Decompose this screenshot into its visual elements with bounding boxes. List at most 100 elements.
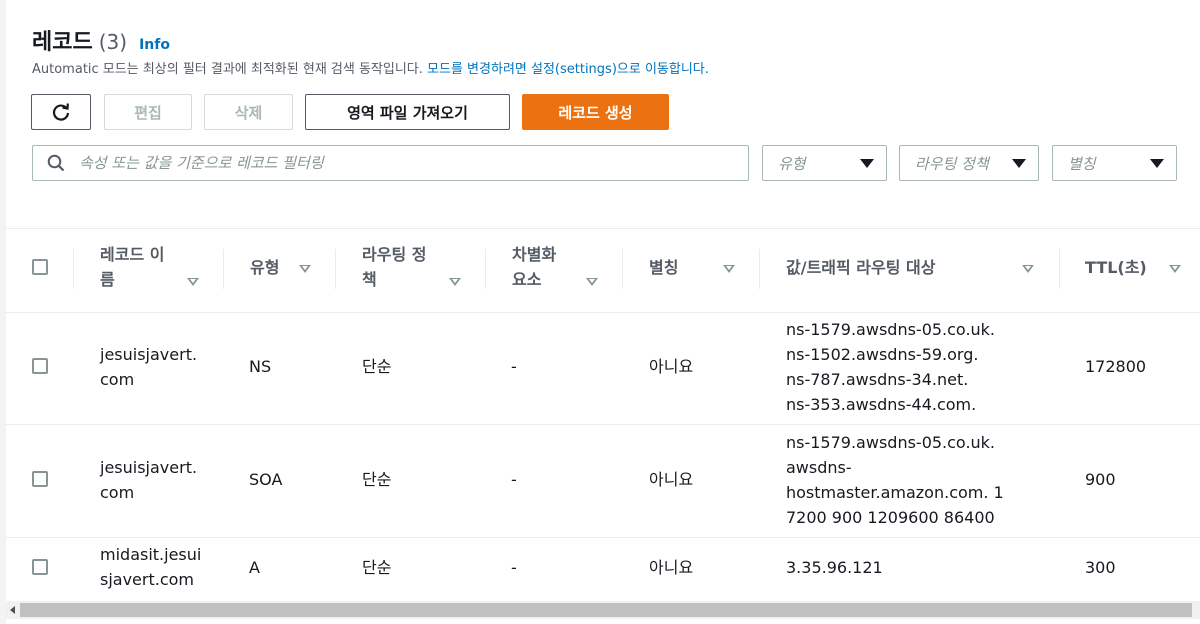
value-line: 7200 900 1209600 86400	[786, 508, 995, 527]
select-all-checkbox[interactable]	[32, 259, 48, 275]
search-input[interactable]	[77, 153, 748, 173]
scroll-left-icon[interactable]	[10, 606, 15, 614]
caret-down-icon	[1150, 158, 1164, 168]
column-divider	[335, 249, 336, 289]
routing-policy-cell: 단순	[362, 357, 392, 376]
col-header-routing-line2: 책	[362, 270, 377, 289]
record-name-line2: sjavert.com	[100, 570, 195, 589]
sort-icon[interactable]	[1022, 265, 1034, 273]
col-header-type[interactable]: 유형	[250, 255, 279, 280]
table-row[interactable]: jesuisjavert. com NS 단순 - 아니요 ns-1579.aw…	[6, 312, 1200, 425]
sort-icon[interactable]	[299, 265, 311, 273]
record-name-line1: jesuisjavert.	[100, 345, 198, 364]
value-line: ns-787.awsdns-34.net.	[786, 370, 969, 389]
row-checkbox[interactable]	[32, 559, 48, 575]
refresh-icon	[52, 103, 70, 121]
col-header-diff-line1: 차별화	[512, 245, 557, 264]
type-filter-label: 유형	[778, 154, 806, 173]
column-divider	[1059, 249, 1060, 289]
row-checkbox[interactable]	[32, 471, 48, 487]
type-cell: SOA	[249, 470, 283, 489]
differentiator-cell: -	[511, 357, 517, 376]
record-count: (3)	[98, 30, 128, 54]
routing-policy-cell: 단순	[362, 470, 392, 489]
refresh-button[interactable]	[31, 94, 91, 130]
type-cell: NS	[249, 357, 272, 376]
sort-icon[interactable]	[449, 278, 461, 286]
alias-cell: 아니요	[649, 470, 694, 489]
ttl-cell: 300	[1085, 558, 1116, 577]
value-line: ns-1579.awsdns-05.co.uk.	[786, 433, 996, 452]
value-line: ns-1502.awsdns-59.org.	[786, 345, 979, 364]
alias-cell: 아니요	[649, 558, 694, 577]
alias-cell: 아니요	[649, 357, 694, 376]
value-cell: 3.35.96.121	[786, 555, 883, 580]
alias-filter-label: 별칭	[1068, 154, 1096, 173]
col-header-routing-line1: 라우팅 정	[362, 245, 427, 264]
col-header-name-line1: 레코드 이	[100, 245, 165, 264]
sort-icon[interactable]	[187, 278, 199, 286]
col-header-value[interactable]: 값/트래픽 라우팅 대상	[786, 255, 935, 280]
caret-down-icon	[1012, 158, 1026, 168]
record-name-line1: jesuisjavert.	[100, 458, 198, 477]
delete-button[interactable]: 삭제	[204, 94, 293, 130]
table-row[interactable]: jesuisjavert. com SOA 단순 - 아니요 ns-1579.a…	[6, 425, 1200, 538]
record-name-line1: midasit.jesui	[100, 545, 202, 564]
table-row[interactable]: midasit.jesui sjavert.com A 단순 - 아니요 3.3…	[6, 538, 1200, 602]
info-link[interactable]: Info	[139, 37, 170, 53]
ttl-cell: 900	[1085, 470, 1116, 489]
col-header-routing-policy[interactable]: 라우팅 정 책	[362, 242, 426, 292]
caret-down-icon	[860, 158, 874, 168]
col-header-diff-line2: 요소	[512, 270, 542, 289]
row-checkbox[interactable]	[32, 358, 48, 374]
col-header-name-line2: 름	[100, 270, 115, 289]
alias-filter-select[interactable]: 별칭	[1052, 145, 1177, 181]
value-line: hostmaster.amazon.com. 1	[786, 483, 1004, 502]
record-name-cell: jesuisjavert. com	[100, 455, 197, 505]
create-record-button[interactable]: 레코드 생성	[522, 94, 669, 130]
record-name-line2: com	[100, 370, 135, 389]
value-line: 3.35.96.121	[786, 558, 883, 577]
value-line: ns-1579.awsdns-05.co.uk.	[786, 320, 996, 339]
filter-mode-description: Automatic 모드는 최상의 필터 결과에 최적화된 현재 검색 동작입니…	[32, 58, 709, 77]
scrollbar-thumb[interactable]	[20, 603, 1192, 617]
edit-button[interactable]: 편집	[104, 94, 192, 130]
column-divider	[73, 249, 74, 289]
settings-link[interactable]: 모드를 변경하려면 설정(settings)으로 이동합니다.	[427, 62, 709, 77]
table-header-row: 레코드 이 름 유형 라우팅 정 책 차별화 요소 별칭 값/트래픽 라우팅 대…	[6, 228, 1200, 313]
routing-policy-filter-select[interactable]: 라우팅 정책	[899, 145, 1039, 181]
differentiator-cell: -	[511, 470, 517, 489]
record-name-cell: midasit.jesui sjavert.com	[100, 542, 201, 592]
records-panel: 레코드 (3) Info Automatic 모드는 최상의 필터 결과에 최적화된…	[6, 0, 1200, 624]
value-line: awsdns-	[786, 458, 852, 477]
col-header-differentiator[interactable]: 차별화 요소	[512, 242, 556, 292]
col-header-ttl[interactable]: TTL(초)	[1085, 255, 1147, 280]
import-zone-file-button[interactable]: 영역 파일 가져오기	[305, 94, 510, 130]
page-title: 레코드	[32, 30, 93, 55]
horizontal-scrollbar[interactable]	[6, 601, 1200, 619]
routing-policy-cell: 단순	[362, 558, 392, 577]
sort-icon[interactable]	[723, 265, 735, 273]
col-header-alias[interactable]: 별칭	[649, 255, 678, 280]
records-header: 레코드 (3) Info	[32, 24, 170, 56]
type-filter-select[interactable]: 유형	[762, 145, 887, 181]
col-header-record-name[interactable]: 레코드 이 름	[100, 242, 164, 292]
description-text: Automatic 모드는 최상의 필터 결과에 최적화된 현재 검색 동작입니…	[32, 62, 428, 77]
search-box	[32, 145, 749, 181]
column-divider	[485, 249, 486, 289]
value-line: ns-353.awsdns-44.com.	[786, 395, 977, 414]
routing-filter-label: 라우팅 정책	[915, 154, 989, 173]
column-divider	[622, 249, 623, 289]
search-icon	[47, 154, 65, 172]
ttl-cell: 172800	[1085, 357, 1147, 376]
sort-icon[interactable]	[586, 278, 598, 286]
type-cell: A	[249, 558, 260, 577]
value-cell: ns-1579.awsdns-05.co.uk. awsdns- hostmas…	[786, 430, 1004, 530]
sort-icon[interactable]	[1169, 265, 1181, 273]
record-name-cell: jesuisjavert. com	[100, 342, 197, 392]
differentiator-cell: -	[511, 558, 517, 577]
column-divider	[759, 249, 760, 289]
record-name-line2: com	[100, 483, 135, 502]
column-divider	[223, 249, 224, 289]
value-cell: ns-1579.awsdns-05.co.uk. ns-1502.awsdns-…	[786, 317, 995, 417]
